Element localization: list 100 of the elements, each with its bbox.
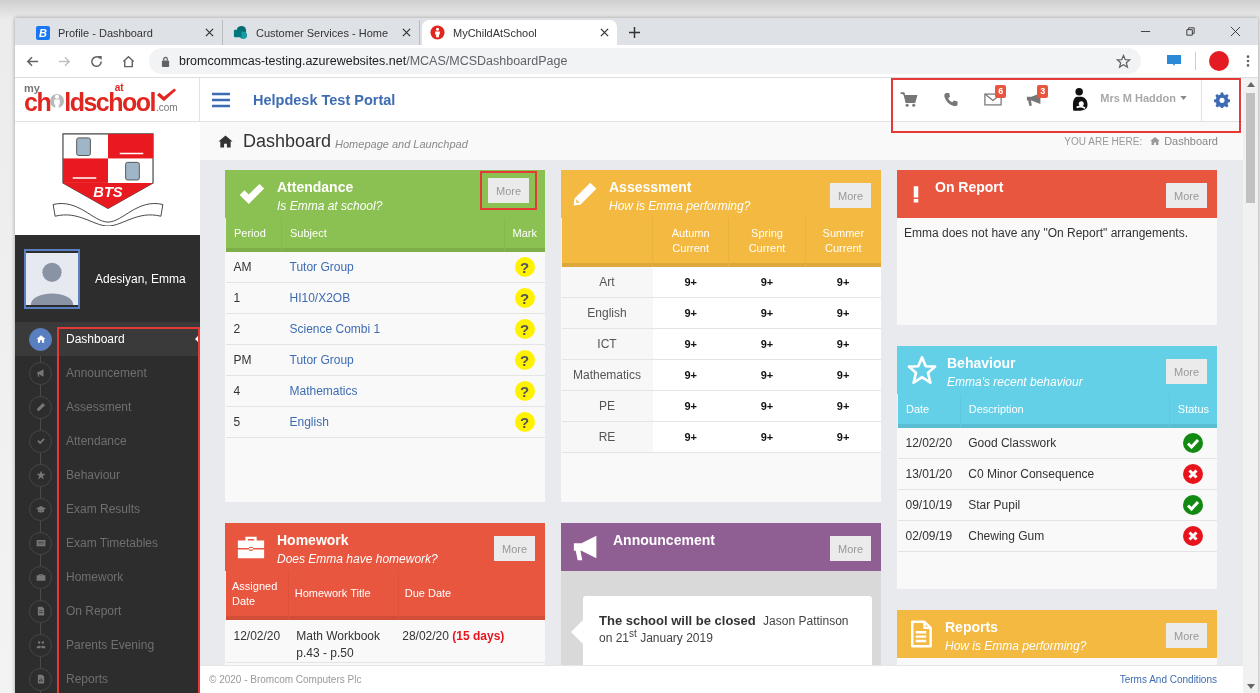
table-cell: 9+ bbox=[652, 267, 729, 298]
table-cell: 09/10/19 bbox=[897, 489, 961, 521]
sidebar-item[interactable]: Homework bbox=[15, 560, 200, 594]
column-header: Assigned Date bbox=[232, 579, 278, 607]
cart-icon[interactable] bbox=[900, 92, 919, 107]
scroll-down-arrow-icon[interactable] bbox=[1246, 684, 1255, 689]
check-icon bbox=[35, 436, 46, 446]
table-cell: 2 bbox=[225, 313, 282, 345]
logo-text: school bbox=[83, 90, 155, 113]
card-subtitle: Does Emma have homework? bbox=[277, 552, 439, 566]
days-remaining: (15 days) bbox=[452, 629, 505, 643]
new-tab-icon[interactable] bbox=[629, 27, 640, 38]
scrollbar[interactable] bbox=[1243, 78, 1258, 693]
breadcrumb-link[interactable]: Dashboard bbox=[1164, 135, 1218, 147]
home-icon bbox=[218, 133, 233, 149]
table-cell: AM bbox=[225, 252, 282, 283]
scroll-up-arrow-icon[interactable] bbox=[1246, 82, 1255, 87]
column-header: Homework Title bbox=[294, 587, 371, 599]
list-icon bbox=[35, 538, 46, 548]
announcement-date: on 21$^{st}$ January 2019 bbox=[599, 631, 713, 645]
more-button[interactable]: More bbox=[1166, 623, 1207, 648]
sidebar-item[interactable]: Behaviour bbox=[15, 458, 200, 492]
logo-text: my bbox=[24, 82, 40, 94]
table-cell: 9+ bbox=[652, 328, 729, 360]
close-icon[interactable] bbox=[600, 28, 609, 37]
check-icon bbox=[156, 88, 177, 102]
subject-link[interactable]: HI10/X2OB bbox=[289, 291, 351, 305]
favicon: B bbox=[36, 25, 50, 40]
scrollbar-thumb[interactable] bbox=[1246, 93, 1255, 203]
sidebar-item[interactable]: Assessment bbox=[15, 390, 200, 424]
sidebar-item[interactable]: Announcement bbox=[15, 356, 200, 390]
table-cell: 9+ bbox=[652, 359, 729, 391]
menu-icon[interactable] bbox=[1246, 54, 1250, 68]
browser-tab[interactable]: Customer Services - Home bbox=[225, 20, 420, 45]
close-icon[interactable] bbox=[1230, 26, 1241, 37]
profile-avatar[interactable] bbox=[1209, 51, 1229, 71]
close-icon[interactable] bbox=[402, 28, 411, 37]
table-cell: Mathematics bbox=[561, 359, 653, 391]
more-button[interactable]: More bbox=[1166, 183, 1207, 208]
more-button[interactable]: More bbox=[494, 536, 535, 561]
browser-tab[interactable]: B Profile - Dashboard bbox=[28, 20, 223, 45]
table-cell: 9+ bbox=[805, 267, 881, 298]
subject-link[interactable]: Science Combi 1 bbox=[289, 322, 381, 336]
subject-link[interactable]: Mathematics bbox=[289, 384, 358, 398]
column-header: Summer Current bbox=[821, 225, 866, 256]
cross-circle-icon bbox=[1183, 526, 1204, 546]
unknown-mark-badge: ? bbox=[514, 288, 535, 308]
terms-link[interactable]: Terms And Conditions bbox=[1119, 674, 1217, 685]
more-button[interactable]: More bbox=[1166, 359, 1207, 384]
logo-text: .com bbox=[156, 103, 178, 113]
graduation-cap-icon bbox=[35, 504, 46, 514]
table-cell: 9+ bbox=[805, 421, 881, 453]
more-button[interactable]: More bbox=[488, 178, 529, 203]
sidebar-item[interactable]: On Report bbox=[15, 594, 200, 628]
table-cell: 5 bbox=[225, 406, 282, 438]
settings-icon[interactable] bbox=[1214, 91, 1230, 108]
star-icon bbox=[35, 470, 46, 480]
phone-icon[interactable] bbox=[942, 92, 961, 107]
bookmark-star-icon[interactable] bbox=[1116, 53, 1131, 69]
sidebar-item[interactable]: Dashboard bbox=[15, 322, 200, 356]
restore-icon[interactable] bbox=[1185, 26, 1196, 37]
cross-circle-icon bbox=[1183, 464, 1204, 484]
check-circle-icon bbox=[1183, 433, 1204, 453]
tab-title: MyChildAtSchool bbox=[453, 26, 538, 39]
table-cell: 02/09/19 bbox=[897, 520, 961, 552]
document-icon bbox=[35, 606, 46, 616]
menu-icon[interactable] bbox=[212, 91, 230, 108]
breadcrumb-label: YOU ARE HERE: bbox=[1064, 135, 1143, 147]
home-icon[interactable] bbox=[121, 53, 136, 69]
sidebar-item[interactable]: Exam Timetables bbox=[15, 526, 200, 560]
subject-link[interactable]: Tutor Group bbox=[289, 353, 354, 367]
more-button[interactable]: More bbox=[830, 536, 871, 561]
column-header: Spring Current bbox=[747, 225, 787, 256]
table-cell: 9+ bbox=[805, 359, 881, 391]
user-menu[interactable]: Mrs M Haddon bbox=[1096, 91, 1191, 104]
sidebar-item[interactable]: Reports bbox=[15, 662, 200, 693]
url-path: /MCAS/MCSDashboardPage bbox=[406, 54, 568, 68]
sidebar-item[interactable]: Exam Results bbox=[15, 492, 200, 526]
card-title: Announcement bbox=[613, 532, 716, 548]
sidebar-item[interactable]: Attendance bbox=[15, 424, 200, 458]
crest-text: BTS bbox=[92, 183, 123, 200]
column-header: Period bbox=[225, 218, 282, 252]
column-header: Mark bbox=[504, 218, 545, 252]
copyright-text: © 2020 - Bromcom Computers Plc bbox=[209, 674, 362, 685]
card-title: Attendance bbox=[277, 179, 355, 195]
address-bar[interactable]: bromcommcas-testing.azurewebsites.net/MCAS/MCSDashboardPage bbox=[149, 48, 1141, 74]
browser-tab[interactable]: MyChildAtSchool bbox=[422, 20, 617, 45]
table-cell: 9+ bbox=[805, 390, 881, 422]
card-title: Homework bbox=[277, 532, 350, 548]
close-icon[interactable] bbox=[205, 28, 214, 37]
more-button[interactable]: More bbox=[830, 183, 871, 208]
subject-link[interactable]: English bbox=[289, 415, 329, 429]
page-title: Dashboard bbox=[243, 130, 332, 152]
reload-icon[interactable] bbox=[89, 53, 104, 69]
star-icon bbox=[907, 355, 937, 385]
mail-icon[interactable] bbox=[984, 92, 1003, 107]
subject-link[interactable]: Tutor Group bbox=[289, 260, 354, 274]
card-title: Assessment bbox=[609, 179, 693, 195]
sidebar-item[interactable]: Parents Evening bbox=[15, 628, 200, 662]
lock-icon bbox=[161, 55, 170, 67]
